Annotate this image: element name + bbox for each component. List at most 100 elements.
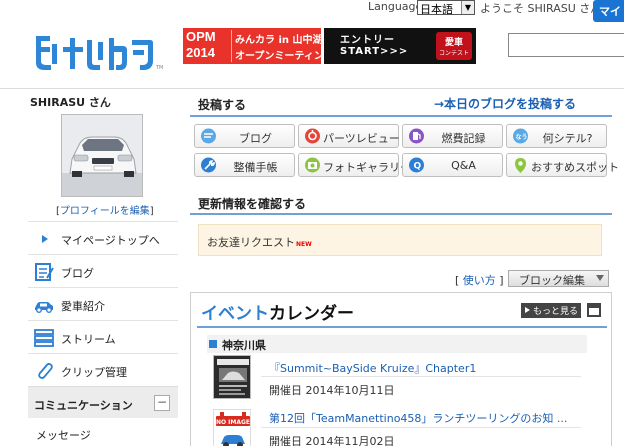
svg-text:TM: TM (155, 65, 163, 71)
blog-bubble-icon (201, 128, 216, 144)
post-recommended-spot-button[interactable]: おすすめスポット (506, 153, 619, 177)
sidebar-item-car-intro[interactable]: 愛車紹介 (28, 287, 178, 320)
post-maintenance-button[interactable]: 整備手帳 (194, 153, 295, 177)
search-input[interactable] (508, 33, 624, 57)
calendar-title-accent: イベント (201, 304, 269, 324)
banner-subtitle: みんカラ in 山中湖 (235, 35, 321, 46)
qa-icon: Q (409, 157, 424, 173)
chevron-down-icon (596, 275, 604, 281)
bracket-close: ] (149, 206, 154, 217)
post-button-label: パーツレビュー (323, 132, 400, 145)
notice-text: お友達リクエスト (207, 236, 295, 249)
profile-photo[interactable] (61, 114, 143, 197)
banner-start-text: START>>> (340, 46, 409, 57)
sidebar-item-label: マイページトップへ (61, 234, 160, 247)
see-more-button[interactable]: もっと見る (521, 303, 581, 318)
collapse-icon[interactable]: − (154, 395, 170, 411)
event-date: 開催日 2014年10月11日 (269, 384, 395, 397)
banner-opm-text: OPM (186, 29, 216, 44)
no-image-placeholder-icon: NO IMAGE (214, 410, 250, 446)
post-photo-gallery-button[interactable]: フォトギャラリー (298, 153, 411, 177)
stream-icon (34, 329, 54, 347)
language-select[interactable]: 日本語 ▼ (417, 0, 475, 16)
event-divider (261, 376, 581, 377)
event-title-link[interactable]: 第12回「TeamManettino458」ランチツーリングのお知 ... (269, 410, 567, 426)
post-what-doing-button[interactable]: なう 何シテル? (506, 124, 607, 148)
sidebar-section-communication[interactable]: コミュニケーション − (28, 386, 178, 418)
post-today-blog-link[interactable]: →本日のブログを投稿する (434, 95, 576, 112)
window-icon[interactable] (587, 303, 601, 317)
svg-text:Q: Q (414, 162, 422, 172)
square-bullet-icon (209, 340, 217, 348)
sidebar-item-label: メッセージ (36, 429, 91, 442)
event-flyer-image (214, 356, 250, 398)
event-calendar-panel: イベントカレンダー もっと見る 神奈川県 『Summit~BaySide Kru… (190, 292, 612, 446)
post-fuel-record-button[interactable]: 燃費記録 (402, 124, 503, 148)
banner-entry-text: エントリー (340, 35, 395, 46)
edit-profile-link[interactable]: [プロフィールを編集] (56, 202, 154, 217)
mypage-button[interactable]: マイ (593, 0, 624, 22)
svg-text:なう: なう (516, 134, 528, 141)
language-label: Language (368, 0, 423, 13)
user-name: SHIRASU さん (30, 96, 111, 109)
sidebar-item-label: 愛車紹介 (61, 300, 105, 313)
prefecture-header: 神奈川県 (207, 335, 587, 353)
prefecture-name: 神奈川県 (222, 339, 266, 352)
sidebar-item-label: ブログ (61, 267, 94, 280)
no-image-text: NO IMAGE (216, 419, 250, 426)
car-icon (35, 302, 53, 313)
clip-icon (38, 363, 53, 379)
banner-year-text: 2014 (186, 45, 215, 60)
maintenance-icon (201, 157, 216, 173)
post-qa-button[interactable]: Q Q&A (402, 153, 503, 177)
blog-icon (35, 263, 54, 281)
post-button-label: おすすめスポット (531, 161, 619, 174)
banner-title: オープンミーティング (235, 51, 321, 62)
event-title-link[interactable]: 『Summit~BaySide Kruize』Chapter1 (269, 360, 476, 376)
opm-2014-banner[interactable]: OPM 2014 みんカラ in 山中湖 オープンミーティング (183, 28, 321, 64)
event-calendar-title: イベントカレンダー (201, 299, 354, 324)
post-button-label: 整備手帳 (233, 161, 278, 174)
block-edit-label: ブロック編集 (519, 274, 585, 287)
car-contest-entry-banner[interactable]: エントリー START>>> 愛車 コンテスト (324, 28, 476, 64)
how-to-use-label: 使い方 (462, 274, 496, 287)
post-section-divider (190, 115, 612, 117)
what-doing-icon: なう (513, 128, 528, 144)
bracket-open: [ (455, 274, 463, 287)
friend-request-notice[interactable]: お友達リクエストNEW (198, 224, 602, 256)
sidebar-item-label: クリップ管理 (61, 366, 127, 379)
post-section-title: 投稿する (198, 98, 247, 112)
updates-section-divider (190, 213, 612, 215)
calendar-title-rest: カレンダー (269, 304, 354, 324)
sidebar-nav: マイページトップへ ブログ 愛車紹介 ストリーム クリップ管理 コミュニケーショ… (28, 221, 178, 444)
friend-request-link[interactable]: お友達リクエストNEW (207, 234, 312, 250)
car-photo-image (62, 115, 142, 196)
updates-section-title: 更新情報を確認する (198, 197, 307, 211)
bracket-close: ] (495, 274, 504, 287)
sidebar-item-stream[interactable]: ストリーム (28, 320, 178, 353)
sidebar-item-mypage-top[interactable]: マイページトップへ (28, 221, 178, 254)
minkara-logo[interactable]: TM (32, 30, 167, 72)
sidebar-section-label: コミュニケーション (34, 399, 133, 412)
sidebar-item-clip-manage[interactable]: クリップ管理 (28, 353, 178, 386)
parts-review-icon (305, 128, 320, 144)
triangle-right-icon (42, 235, 48, 243)
post-parts-review-button[interactable]: パーツレビュー (298, 124, 400, 148)
how-to-use-link[interactable]: [ 使い方 ] (455, 272, 504, 288)
header-divider (0, 88, 624, 89)
sidebar-item-message[interactable]: メッセージ (28, 418, 178, 444)
triangle-right-icon (525, 307, 530, 313)
no-image-thumbnail[interactable]: NO IMAGE (213, 409, 251, 446)
photo-gallery-icon (305, 157, 320, 173)
post-blog-button[interactable]: ブログ (194, 124, 295, 148)
post-button-label: Q&A (451, 159, 476, 172)
fuel-record-icon (409, 128, 424, 144)
sidebar-item-blog[interactable]: ブログ (28, 254, 178, 287)
edit-profile-label: プロフィールを編集 (59, 206, 150, 217)
language-select-value: 日本語 (420, 3, 453, 16)
chevron-down-icon: ▼ (461, 1, 474, 14)
block-edit-dropdown[interactable]: ブロック編集 (508, 270, 609, 287)
event-flyer-thumbnail[interactable] (213, 355, 251, 399)
badge-sub-text: コンテスト (438, 50, 469, 57)
top-bar: Language 日本語 ▼ ようこそ SHIRASU さん マイ (0, 0, 624, 22)
